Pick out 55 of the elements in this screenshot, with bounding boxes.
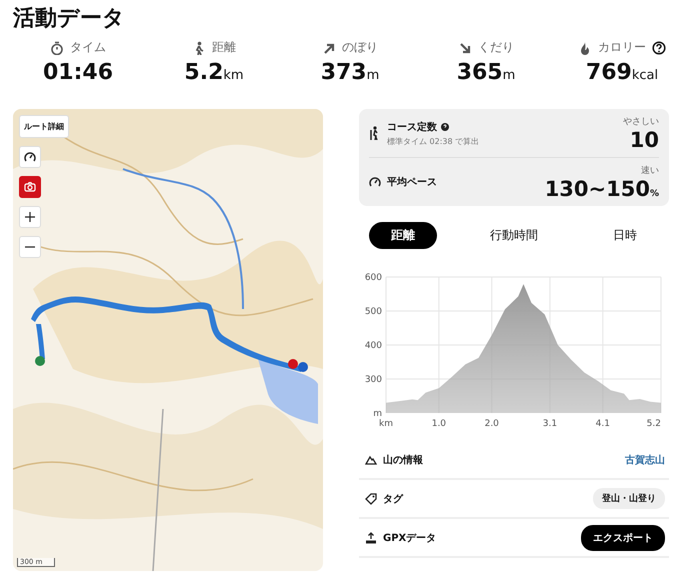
card-note: 標準タイム 02:38 で算出 bbox=[387, 136, 480, 146]
card-label: コース定数 bbox=[387, 120, 437, 134]
gauge-icon bbox=[369, 175, 381, 189]
camera-button[interactable] bbox=[19, 176, 41, 198]
upload-icon bbox=[365, 532, 377, 544]
axis-label: 2.0 bbox=[484, 419, 499, 429]
time-icon bbox=[50, 40, 64, 54]
axis-label: 3.1 bbox=[542, 419, 558, 429]
stat-value: 769kcal bbox=[586, 60, 658, 85]
axis-label: 300 bbox=[364, 375, 382, 385]
stat-label: くだり bbox=[478, 39, 514, 56]
rating-label: やさしい bbox=[623, 116, 659, 128]
route-detail-button[interactable]: ルート詳細 bbox=[19, 115, 69, 138]
card-value: 10 bbox=[630, 128, 659, 152]
zoom-in-button[interactable] bbox=[19, 206, 41, 228]
help-icon[interactable] bbox=[652, 40, 666, 54]
axis-label: 500 bbox=[364, 307, 382, 317]
axis-title: km bbox=[379, 419, 393, 429]
stat-value: 365m bbox=[456, 60, 516, 85]
chart-tab[interactable]: 行動時間 bbox=[468, 222, 560, 249]
stat-label: タイム bbox=[70, 39, 106, 56]
axis-label: 4.1 bbox=[596, 419, 610, 429]
plus-icon bbox=[24, 211, 36, 223]
axis-label: 1.0 bbox=[432, 419, 446, 429]
card-value: 130~150% bbox=[544, 176, 659, 200]
chart-tab[interactable]: 日時 bbox=[591, 222, 659, 249]
stat-label: 距離 bbox=[212, 39, 236, 56]
zoom-out-button[interactable] bbox=[19, 236, 41, 258]
card-label: 平均ペース bbox=[387, 176, 437, 189]
camera-icon bbox=[24, 181, 36, 193]
axis-label: 400 bbox=[364, 341, 382, 351]
stat-label: カロリー bbox=[598, 39, 646, 56]
chart-tab[interactable]: 距離 bbox=[369, 222, 437, 249]
row-label: GPXデータ bbox=[383, 532, 436, 544]
help-icon[interactable] bbox=[441, 122, 449, 130]
rating-label: 速い bbox=[641, 164, 659, 176]
row-label: タグ bbox=[383, 492, 403, 506]
calories-icon bbox=[578, 40, 592, 54]
stat-value: 5.2 km bbox=[184, 60, 244, 85]
tag-chip[interactable]: 登山・山登り bbox=[593, 488, 665, 509]
mountain-icon bbox=[365, 454, 377, 466]
stat-value: 373m bbox=[320, 60, 380, 85]
stat-value: 01:46 bbox=[42, 60, 114, 85]
page-title: 活動データ bbox=[13, 5, 125, 33]
gauge-button[interactable] bbox=[19, 146, 41, 168]
stat-label: のぼり bbox=[342, 39, 378, 56]
row-label: 山の情報 bbox=[383, 454, 423, 466]
tag-icon bbox=[365, 492, 377, 504]
axis-title: m bbox=[373, 409, 382, 419]
gauge-icon bbox=[24, 151, 36, 163]
descent-icon bbox=[458, 40, 472, 54]
axis-label: 5.2 bbox=[646, 419, 661, 429]
export-button[interactable]: エクスポート bbox=[581, 524, 665, 550]
mountain-link[interactable]: 古賀志山 bbox=[625, 452, 665, 466]
axis-label: 600 bbox=[364, 273, 382, 283]
